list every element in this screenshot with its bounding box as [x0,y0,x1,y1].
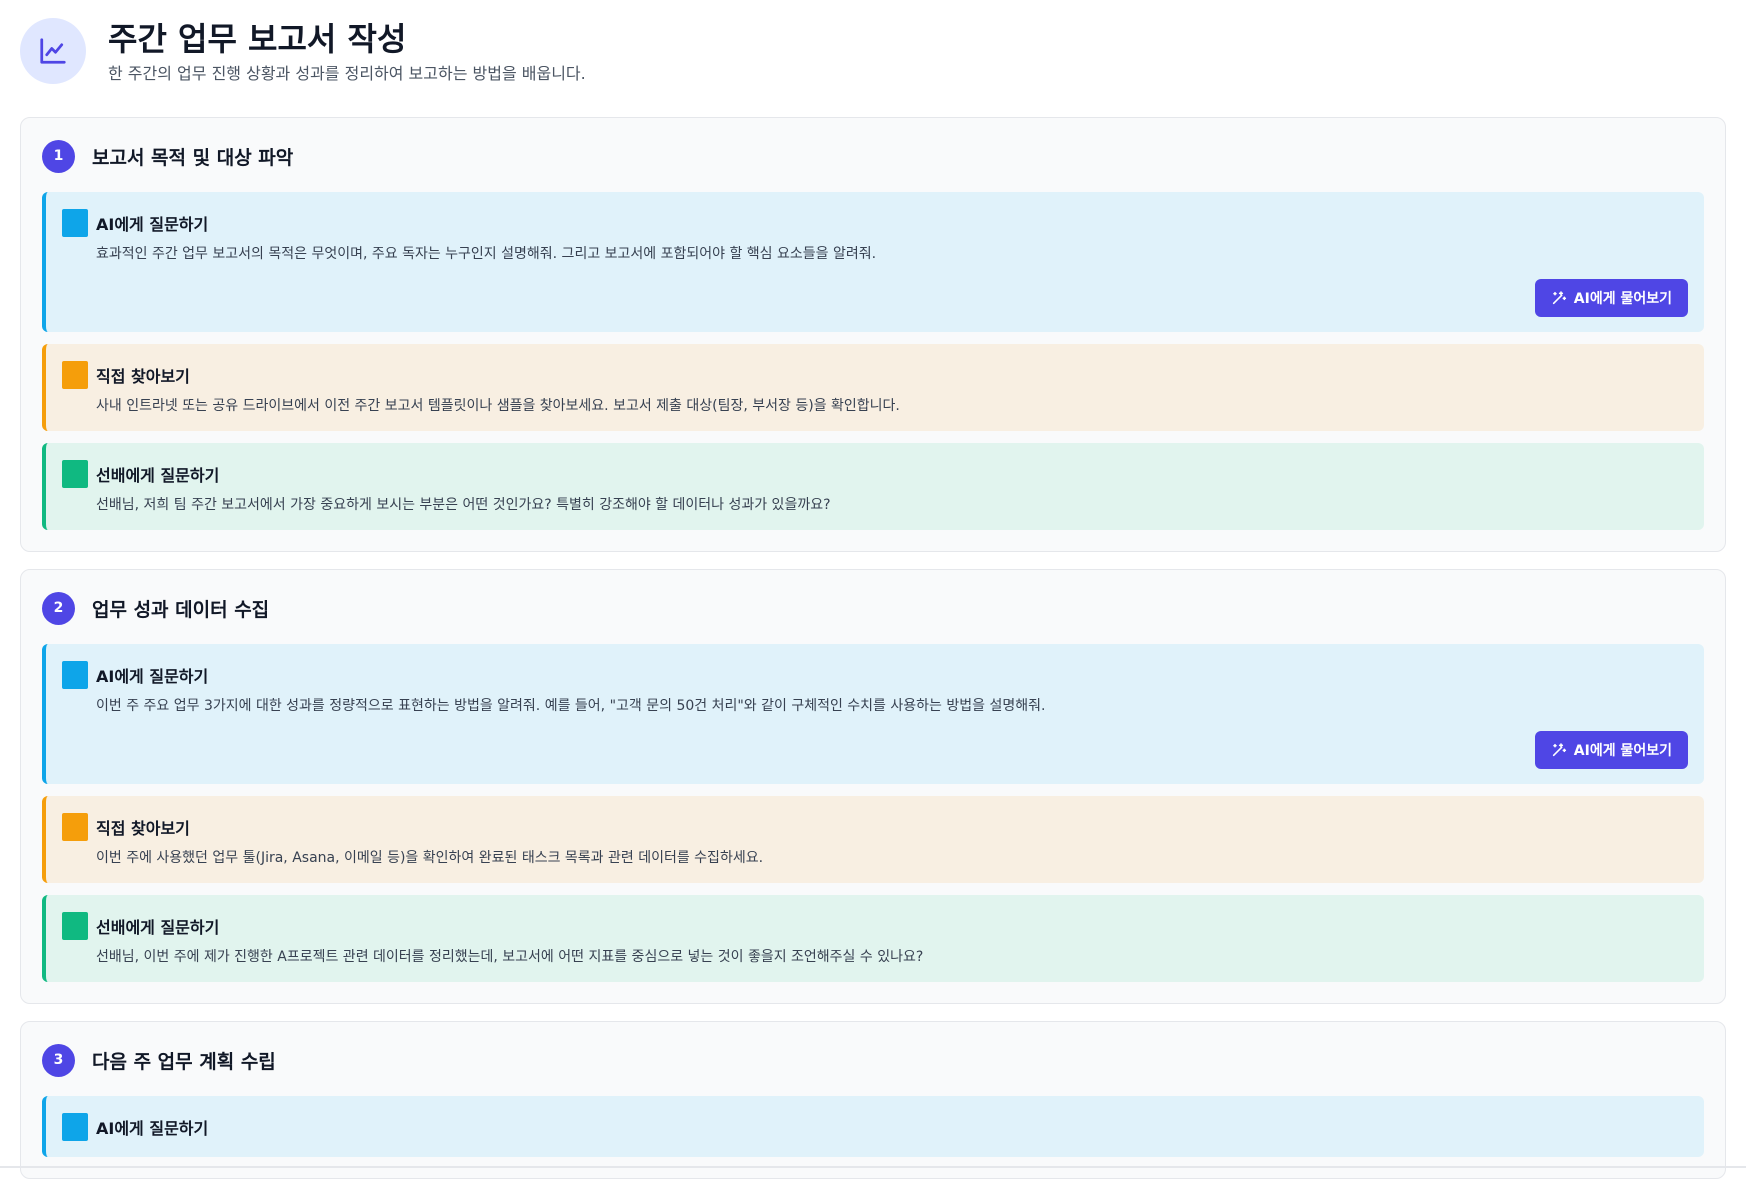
card-title: 직접 찾아보기 [96,367,190,386]
card-title: 직접 찾아보기 [96,819,190,838]
steps-list: 1 보고서 목적 및 대상 파악 AI에게 질문하기 효과적인 주간 업무 보고… [20,117,1726,1196]
chart-line-icon [20,18,86,84]
card-text: 이번 주에 사용했던 업무 툴(Jira, Asana, 이메일 등)을 확인하… [96,850,764,866]
step-1: 1 보고서 목적 및 대상 파악 AI에게 질문하기 효과적인 주간 업무 보고… [20,117,1726,552]
ai-icon [62,661,88,689]
step-3: 3 다음 주 업무 계획 수립 AI에게 질문하기 [20,1021,1726,1179]
step-title: 다음 주 업무 계획 수립 [92,1050,276,1073]
card-title: 선배에게 질문하기 [96,918,220,937]
self-search-card: 직접 찾아보기 이번 주에 사용했던 업무 툴(Jira, Asana, 이메일… [42,796,1704,883]
card-title: AI에게 질문하기 [96,1119,209,1138]
search-icon [62,361,88,389]
ask-ai-button[interactable]: AI에게 물어보기 [1534,731,1688,769]
search-icon [62,813,88,841]
page-header: 주간 업무 보고서 작성 한 주간의 업무 진행 상황과 성과를 정리하여 보고… [20,18,586,90]
card-text: 사내 인트라넷 또는 공유 드라이브에서 이전 주간 보고서 템플릿이나 샘플을… [96,398,900,414]
step-number-badge: 2 [42,591,75,625]
senior-question-card: 선배에게 질문하기 선배님, 이번 주에 제가 진행한 A프로젝트 관련 데이터… [42,895,1704,982]
ai-icon [62,1113,88,1141]
card-text: 선배님, 저희 팀 주간 보고서에서 가장 중요하게 보시는 부분은 어떤 것인… [96,497,831,513]
step-number-badge: 1 [42,139,75,173]
senior-question-card: 선배에게 질문하기 선배님, 저희 팀 주간 보고서에서 가장 중요하게 보시는… [42,443,1704,530]
ask-ai-button-label: AI에게 물어보기 [1573,291,1672,307]
step-title: 보고서 목적 및 대상 파악 [92,146,294,169]
page-title: 주간 업무 보고서 작성 [108,20,407,58]
card-text: 이번 주 주요 업무 3가지에 대한 성과를 정량적으로 표현하는 방법을 알려… [96,698,1046,714]
ai-question-card: AI에게 질문하기 이번 주 주요 업무 3가지에 대한 성과를 정량적으로 표… [42,644,1704,784]
card-title: AI에게 질문하기 [96,667,209,686]
ai-icon [62,209,88,237]
step-title: 업무 성과 데이터 수집 [92,598,270,621]
card-text: 효과적인 주간 업무 보고서의 목적은 무엇이며, 주요 독자는 누구인지 설명… [96,246,877,262]
magic-wand-icon [1552,291,1566,305]
step-2: 2 업무 성과 데이터 수집 AI에게 질문하기 이번 주 주요 업무 3가지에… [20,569,1726,1004]
magic-wand-icon [1552,743,1566,757]
user-icon [62,460,88,488]
ai-question-card: AI에게 질문하기 [42,1096,1704,1157]
card-title: 선배에게 질문하기 [96,466,220,485]
step-number-badge: 3 [42,1043,75,1077]
card-title: AI에게 질문하기 [96,215,209,234]
page-subtitle: 한 주간의 업무 진행 상황과 성과를 정리하여 보고하는 방법을 배웁니다. [108,64,586,83]
card-text: 선배님, 이번 주에 제가 진행한 A프로젝트 관련 데이터를 정리했는데, 보… [96,949,924,965]
user-icon [62,912,88,940]
self-search-card: 직접 찾아보기 사내 인트라넷 또는 공유 드라이브에서 이전 주간 보고서 템… [42,344,1704,431]
ask-ai-button-label: AI에게 물어보기 [1573,743,1672,759]
divider [0,1166,1746,1168]
ask-ai-button[interactable]: AI에게 물어보기 [1534,279,1688,317]
ai-question-card: AI에게 질문하기 효과적인 주간 업무 보고서의 목적은 무엇이며, 주요 독… [42,192,1704,332]
